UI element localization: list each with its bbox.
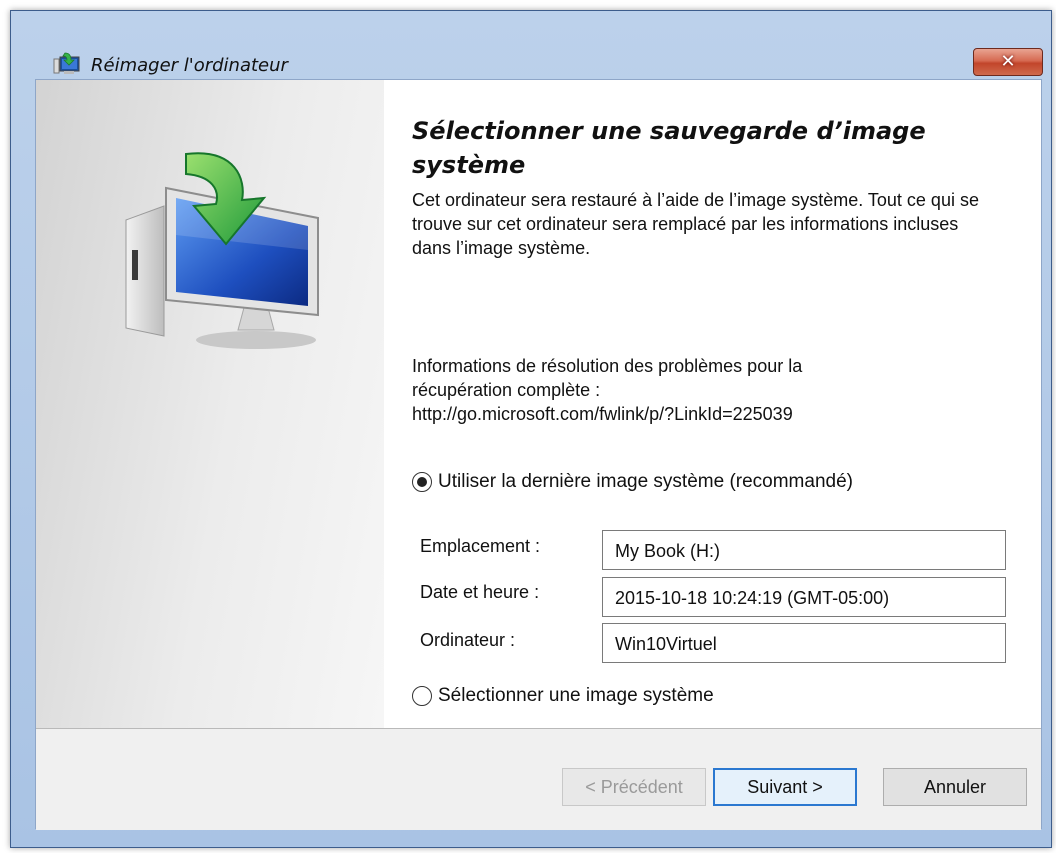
troubleshoot-text-line2: récupération complète :	[412, 380, 601, 400]
wizard-body: Sélectionner une sauvegarde d’image syst…	[35, 79, 1042, 830]
close-button[interactable]: ✕	[973, 48, 1043, 76]
window-title: Réimager l'ordinateur	[91, 55, 288, 76]
location-field: My Book (H:)	[602, 530, 1006, 570]
troubleshoot-info: Informations de résolution des problèmes…	[412, 354, 992, 426]
restore-computer-icon	[53, 52, 80, 74]
dialog-window: Réimager l'ordinateur ✕ Sélectionner une…	[10, 10, 1052, 848]
description-text: Cet ordinateur sera restauré à l’aide de…	[412, 190, 979, 258]
cancel-button[interactable]: Annuler	[883, 768, 1027, 806]
radio-select-image[interactable]: Sélectionner une image système	[412, 685, 714, 707]
radio-button-unchecked[interactable]	[412, 686, 432, 706]
troubleshoot-text-line1: Informations de résolution des problèmes…	[412, 356, 803, 376]
radio-button-checked[interactable]	[412, 472, 432, 492]
radio-use-latest-image[interactable]: Utiliser la dernière image système (reco…	[412, 471, 853, 493]
datetime-label: Date et heure :	[420, 582, 540, 602]
title-bar[interactable]: Réimager l'ordinateur ✕	[11, 11, 1051, 79]
datetime-field: 2015-10-18 10:24:19 (GMT-05:00)	[602, 577, 1006, 617]
side-panel	[36, 80, 384, 728]
radio-label-select[interactable]: Sélectionner une image système	[438, 685, 714, 707]
troubleshoot-url[interactable]: http://go.microsoft.com/fwlink/p/?LinkId…	[412, 402, 992, 426]
radio-label-latest[interactable]: Utiliser la dernière image système (reco…	[438, 471, 853, 493]
computer-restore-arrow-icon	[125, 152, 319, 349]
computer-field: Win10Virtuel	[602, 623, 1006, 663]
location-label: Emplacement :	[420, 536, 541, 556]
next-button[interactable]: Suivant >	[713, 768, 857, 806]
page-title: Sélectionner une sauvegarde d’image syst…	[412, 117, 926, 179]
back-button[interactable]: < Précédent	[562, 768, 706, 806]
computer-label: Ordinateur :	[420, 630, 516, 650]
button-bar: < Précédent Suivant > Annuler	[36, 729, 1041, 830]
